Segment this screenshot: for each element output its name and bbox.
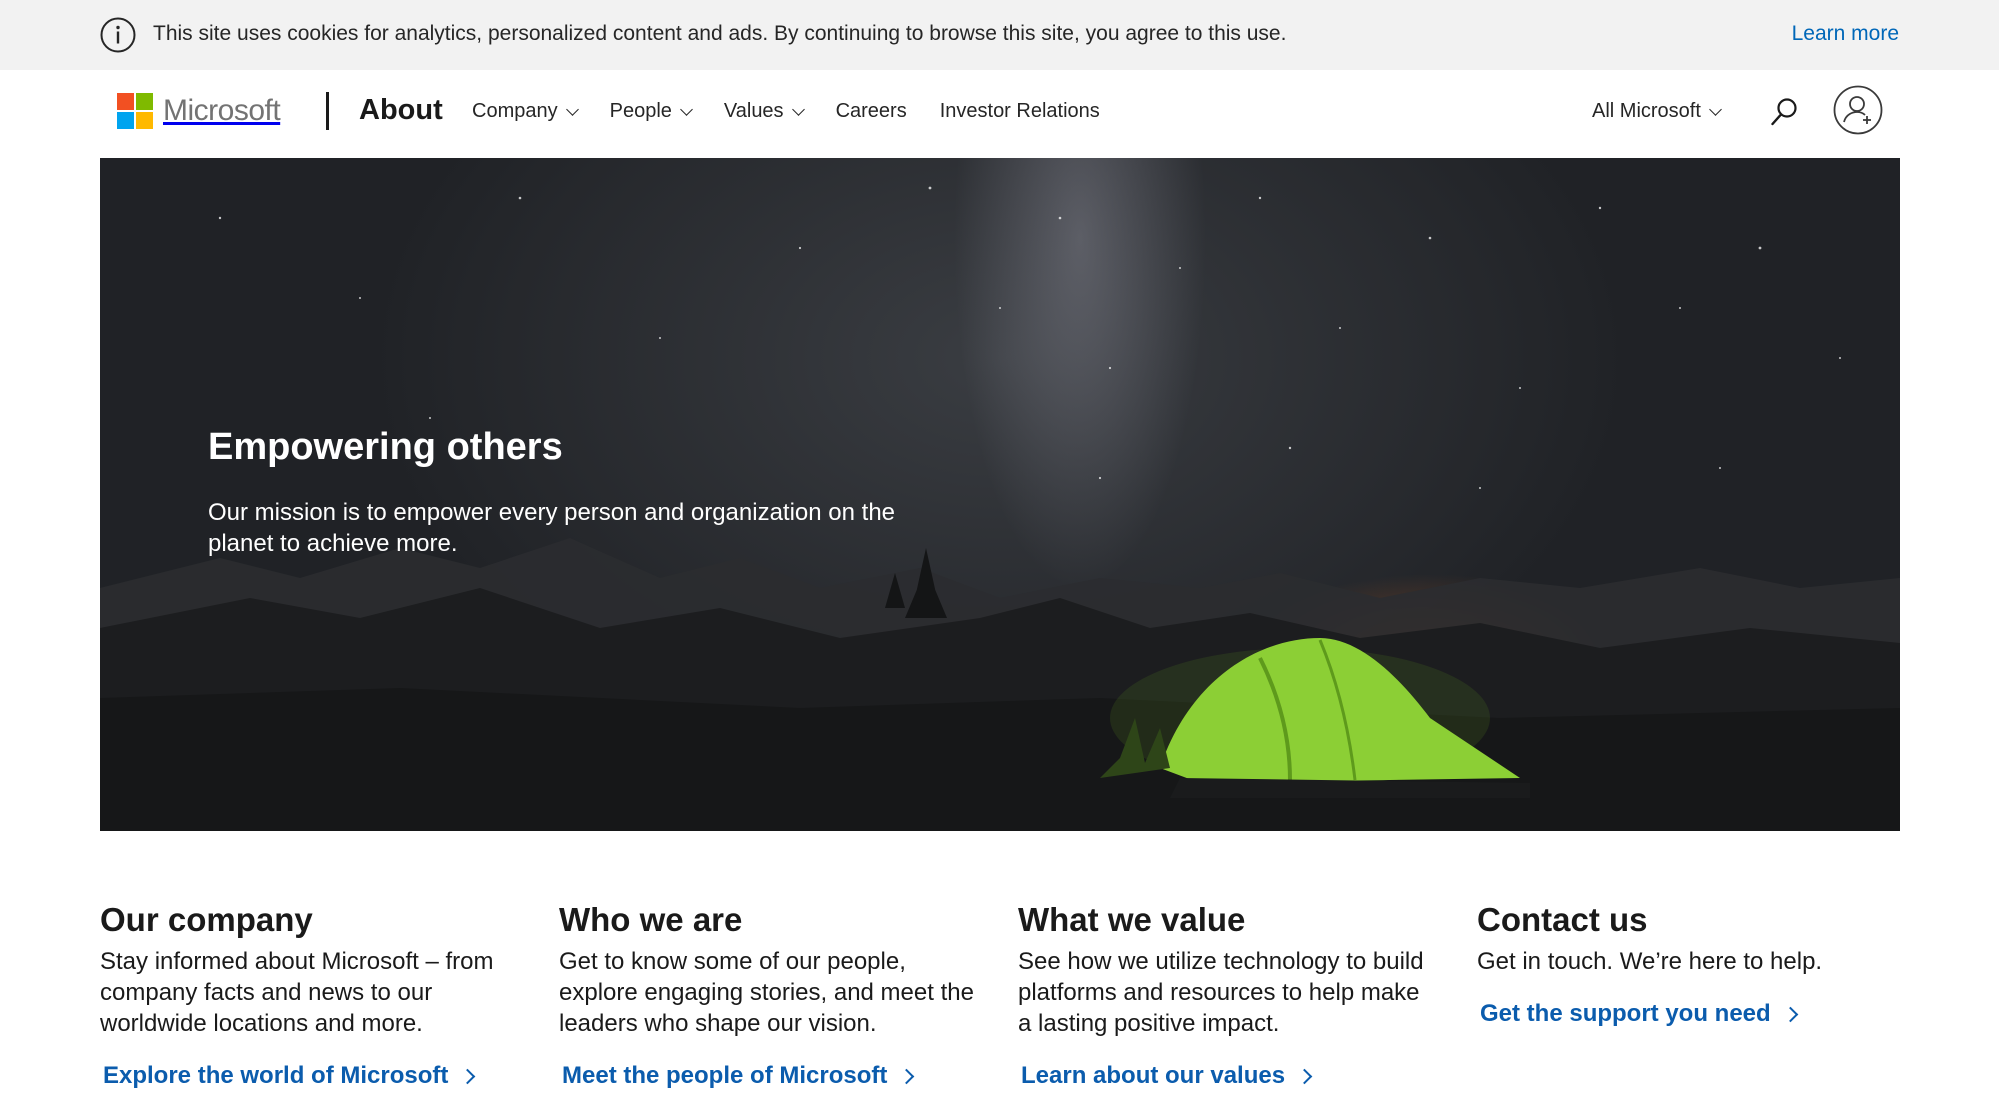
nav-item-label: Careers <box>835 100 907 122</box>
nav-item-company[interactable]: Company <box>472 100 579 123</box>
link-label: Learn about our values <box>1021 1062 1286 1089</box>
nav-item-label: Values <box>723 100 784 122</box>
hero-banner: Empowering others Our mission is to empo… <box>100 158 1900 831</box>
learn-values-link[interactable]: Learn about our values <box>1021 1062 1313 1090</box>
info-icon <box>100 17 136 53</box>
nav-item-careers[interactable]: Careers <box>836 100 907 123</box>
night-sky-tent-image <box>100 186 1900 831</box>
column-our-company: Our company Stay informed about Microsof… <box>100 900 520 1089</box>
cookie-banner: This site uses cookies for analytics, pe… <box>0 0 1999 70</box>
search-icon[interactable] <box>1768 96 1800 128</box>
chevron-right-icon <box>1296 1068 1313 1084</box>
chevron-down-icon <box>565 103 579 116</box>
column-body: Get to know some of our people, explore … <box>559 948 974 1037</box>
main-nav: Company People Values Careers Investor R… <box>472 100 1133 123</box>
column-contact-us: Contact us Get in touch. We’re here to h… <box>1477 900 1897 1027</box>
microsoft-logo[interactable]: Microsoft <box>117 92 281 130</box>
meet-people-link[interactable]: Meet the people of Microsoft <box>562 1062 915 1090</box>
column-heading: Who we are <box>559 901 743 938</box>
nav-item-label: Company <box>472 100 558 122</box>
nav-item-values[interactable]: Values <box>723 100 805 123</box>
cookie-message: This site uses cookies for analytics, pe… <box>153 22 1287 45</box>
all-microsoft-label: All Microsoft <box>1592 100 1701 122</box>
nav-item-people[interactable]: People <box>609 100 693 123</box>
column-body: See how we utilize technology to build p… <box>1018 948 1424 1037</box>
link-label: Meet the people of Microsoft <box>562 1062 888 1089</box>
nav-item-investor-relations[interactable]: Investor Relations <box>940 100 1100 123</box>
chevron-down-icon <box>791 103 805 116</box>
column-what-we-value: What we value See how we utilize technol… <box>1018 900 1438 1089</box>
nav-item-label: Investor Relations <box>939 100 1100 122</box>
account-icon[interactable] <box>1833 85 1883 135</box>
column-heading: Our company <box>100 901 313 938</box>
column-body: Get in touch. We’re here to help. <box>1477 948 1823 975</box>
all-microsoft-menu[interactable]: All Microsoft <box>1592 100 1722 123</box>
site-header: Microsoft About Company People Values Ca… <box>0 70 1999 158</box>
column-body: Stay informed about Microsoft – from com… <box>100 948 494 1037</box>
microsoft-wordmark: Microsoft <box>163 94 281 127</box>
link-label: Explore the world of Microsoft <box>103 1062 449 1089</box>
chevron-down-icon <box>680 103 693 116</box>
nav-item-label: People <box>609 100 672 122</box>
header-divider <box>326 92 329 130</box>
chevron-right-icon <box>1782 1006 1798 1022</box>
chevron-right-icon <box>899 1068 915 1084</box>
explore-microsoft-link[interactable]: Explore the world of Microsoft <box>103 1062 476 1090</box>
column-heading: What we value <box>1018 901 1246 938</box>
chevron-right-icon <box>460 1068 476 1084</box>
get-support-link[interactable]: Get the support you need <box>1480 1000 1798 1028</box>
cookie-learn-more-link[interactable]: Learn more <box>1792 22 1899 46</box>
link-label: Get the support you need <box>1480 1000 1771 1027</box>
column-heading: Contact us <box>1477 901 1648 938</box>
info-columns: Our company Stay informed about Microsof… <box>100 900 1900 1100</box>
section-title-about[interactable]: About <box>359 94 443 127</box>
hero-subtitle: Our mission is to empower every person a… <box>208 499 896 557</box>
column-who-we-are: Who we are Get to know some of our peopl… <box>559 900 979 1089</box>
microsoft-logo-icon <box>117 93 153 129</box>
hero-title: Empowering others <box>208 426 563 468</box>
chevron-down-icon <box>1709 103 1722 116</box>
